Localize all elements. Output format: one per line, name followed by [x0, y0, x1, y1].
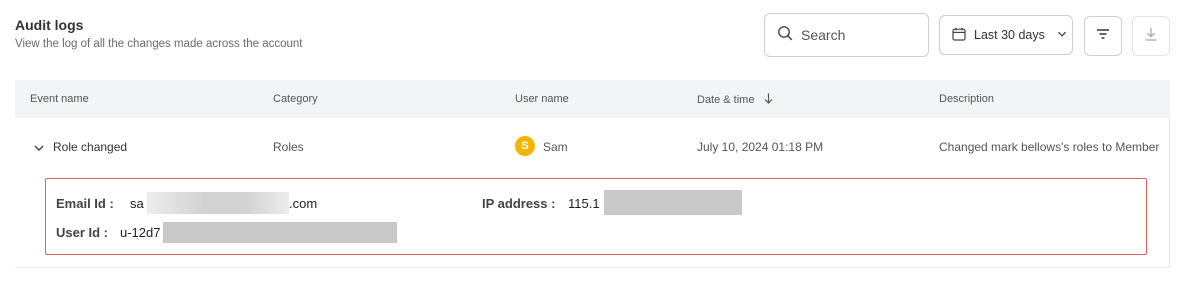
search-box[interactable]: [764, 13, 929, 57]
user-name: Sam: [543, 140, 568, 154]
download-icon: [1144, 27, 1158, 46]
search-input[interactable]: [801, 27, 911, 43]
redacted-email: [147, 192, 289, 214]
date-range-dropdown[interactable]: Last 30 days: [939, 15, 1073, 55]
date-time: July 10, 2024 01:18 PM: [697, 140, 824, 154]
description: Changed mark bellows's roles to Member: [939, 140, 1160, 154]
user-id-label: User Id :: [56, 225, 109, 240]
redacted-user-id: [163, 222, 397, 243]
download-button[interactable]: [1132, 16, 1170, 56]
column-header-date-time[interactable]: Date & time: [697, 93, 773, 107]
page-subtitle: View the log of all the changes made acr…: [15, 38, 303, 50]
column-header-event-name[interactable]: Event name: [30, 93, 89, 105]
column-header-user-name[interactable]: User name: [515, 93, 569, 105]
table-header: Event name Category User name Date & tim…: [15, 80, 1170, 118]
search-icon: [777, 25, 793, 46]
email-suffix: .com: [289, 196, 318, 211]
event-name: Role changed: [53, 140, 128, 154]
redacted-ip: [604, 190, 742, 215]
column-header-date-time-label: Date & time: [697, 94, 755, 106]
date-range-label: Last 30 days: [974, 28, 1045, 42]
chevron-down-icon[interactable]: [33, 141, 45, 153]
calendar-icon: [952, 27, 966, 44]
filter-icon: [1096, 27, 1110, 45]
email-label: Email Id :: [56, 196, 114, 211]
chevron-down-icon: [1057, 28, 1067, 42]
email-prefix: sa: [130, 196, 144, 211]
column-header-category[interactable]: Category: [273, 93, 318, 105]
sort-arrow-down-icon: [764, 93, 773, 107]
page-title: Audit logs: [15, 17, 84, 33]
row-detail-panel: Email Id : sa .com IP address : 115.1 Us…: [45, 178, 1147, 255]
row-divider: [1169, 118, 1170, 268]
category: Roles: [273, 140, 304, 154]
user-id-prefix: u-12d7: [120, 225, 161, 240]
filter-button[interactable]: [1084, 16, 1122, 56]
ip-label: IP address :: [482, 196, 556, 211]
column-header-description[interactable]: Description: [939, 93, 994, 105]
avatar: S: [515, 136, 535, 156]
ip-prefix: 115.1: [568, 196, 600, 211]
